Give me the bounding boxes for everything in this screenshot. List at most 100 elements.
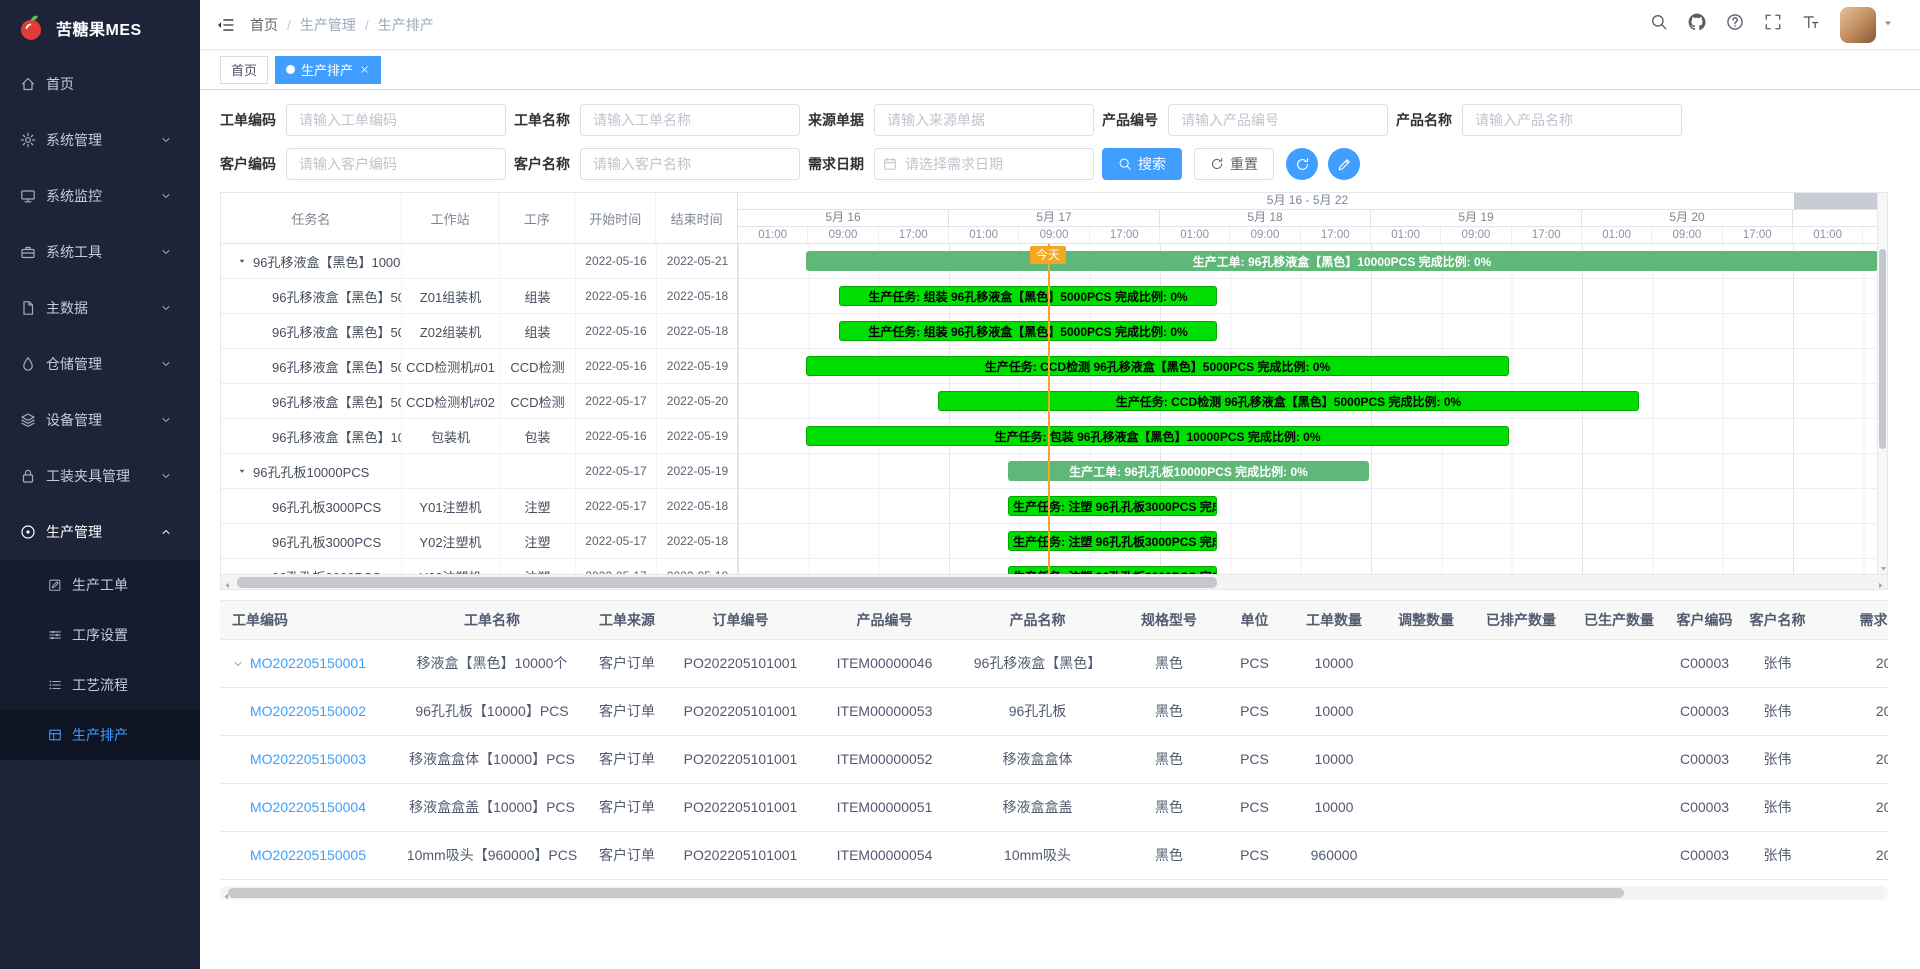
gantt-bar[interactable]: 生产任务: 注塑 96孔孔板3000PCS 完成比例: 0% (1008, 531, 1217, 551)
gantt-row[interactable]: 96孔孔板3000PCSY03注塑机注塑2022-05-172022-05-18 (221, 559, 737, 574)
breadcrumb-item[interactable]: 首页 (250, 15, 278, 35)
user-avatar[interactable] (1840, 7, 1876, 43)
gantt-timeline-row: 生产任务: 包装 96孔移液盒【黑色】10000PCS 完成比例: 0% (738, 419, 1877, 454)
gantt-bar[interactable]: 生产工单: 96孔移液盒【黑色】10000PCS 完成比例: 0% (806, 251, 1877, 271)
sidebar-item-5[interactable]: 仓储管理 (0, 336, 200, 392)
sidebar-item-0[interactable]: 首页 (0, 56, 200, 112)
toolbox-icon (20, 244, 36, 260)
gantt-row[interactable]: 96孔移液盒【黑色】10000PCS包装机包装2022-05-162022-05… (221, 419, 737, 454)
table-row[interactable]: MO202205150003移液盒盒体【10000】PCS客户订单PO20220… (220, 735, 1888, 783)
gantt-row[interactable]: 96孔移液盒【黑色】10000PCS2022-05-162022-05-21 (221, 244, 737, 279)
table-cell: 张伟 (1741, 831, 1814, 879)
reset-button[interactable]: 重置 (1194, 148, 1274, 180)
expand-row-icon[interactable] (232, 658, 244, 670)
scrollbar-thumb[interactable] (1879, 249, 1886, 449)
gantt-bar[interactable]: 生产任务: CCD检测 96孔移液盒【黑色】5000PCS 完成比例: 0% (938, 391, 1639, 411)
process-settings-icon (48, 628, 62, 642)
gantt-row[interactable]: 96孔移液盒【黑色】5000PCSCCD检测机#02CCD检测2022-05-1… (221, 384, 737, 419)
table-column-header: 调整数量 (1380, 601, 1472, 639)
expand-arrow-icon[interactable] (237, 466, 247, 476)
gantt-bar[interactable]: 生产任务: 注塑 96孔孔板3000PCS 完成比例: 0% (1008, 566, 1217, 574)
sidebar-item-6[interactable]: 设备管理 (0, 392, 200, 448)
app-logo[interactable]: 苦糖果MES (0, 0, 200, 56)
gantt-bar[interactable]: 生产任务: 组装 96孔移液盒【黑色】5000PCS 完成比例: 0% (839, 321, 1217, 341)
filter-label: 工单名称 (514, 110, 572, 130)
sidebar-subitem-3[interactable]: 生产排产 (0, 710, 200, 760)
work-order-code-cell: MO202205150003 (220, 735, 400, 783)
filter-input[interactable] (1168, 104, 1388, 136)
table-row[interactable]: MO20220515000510mm吸头【960000】PCS客户订单PO202… (220, 831, 1888, 879)
edit-button[interactable] (1328, 148, 1360, 180)
sidebar-item-2[interactable]: 系统监控 (0, 168, 200, 224)
table-cell: 黑色 (1117, 783, 1221, 831)
table-cell: 202 (1814, 783, 1888, 831)
gantt-bar[interactable]: 生产任务: CCD检测 96孔移液盒【黑色】5000PCS 完成比例: 0% (806, 356, 1509, 376)
filter-input[interactable] (874, 104, 1094, 136)
work-order-link[interactable]: MO202205150002 (250, 703, 366, 719)
caret-down-icon[interactable] (1882, 16, 1894, 34)
filter-input[interactable] (1462, 104, 1682, 136)
github-icon[interactable] (1678, 5, 1716, 44)
table-row[interactable]: MO202205150004移液盒盒盖【10000】PCS客户订单PO20220… (220, 783, 1888, 831)
gantt-hour-header: 09:00 (1441, 227, 1511, 244)
tag-item-1[interactable]: 生产排产 (275, 56, 381, 84)
expand-arrow-icon[interactable] (237, 256, 247, 266)
work-order-link[interactable]: MO202205150003 (250, 751, 366, 767)
filter-input[interactable] (580, 104, 800, 136)
date-input[interactable] (874, 148, 1094, 180)
table-cell: ITEM00000053 (811, 687, 958, 735)
table-cell: 客户订单 (584, 831, 670, 879)
gantt-column-header: 开始时间 (575, 193, 656, 243)
question-icon[interactable] (1716, 5, 1754, 44)
sidebar-item-3[interactable]: 系统工具 (0, 224, 200, 280)
work-order-link[interactable]: MO202205150005 (250, 847, 366, 863)
sidebar-subitem-2[interactable]: 工艺流程 (0, 660, 200, 710)
close-icon[interactable] (359, 64, 370, 75)
sidebar-item-8[interactable]: 生产管理 (0, 504, 200, 560)
gantt-row[interactable]: 96孔移液盒【黑色】5000PCSZ02组装机组装2022-05-162022-… (221, 314, 737, 349)
sidebar-subitem-0[interactable]: 生产工单 (0, 560, 200, 610)
gantt-bar[interactable]: 生产任务: 注塑 96孔孔板3000PCS 完成比例: 0% (1008, 496, 1217, 516)
gantt-bar[interactable]: 生产工单: 96孔孔板10000PCS 完成比例: 0% (1008, 461, 1369, 481)
filter-input[interactable] (286, 148, 506, 180)
gantt-row[interactable]: 96孔移液盒【黑色】5000PCSZ01组装机组装2022-05-162022-… (221, 279, 737, 314)
table-row[interactable]: MO20220515000296孔孔板【10000】PCS客户订单PO20220… (220, 687, 1888, 735)
scroll-left-arrow-icon[interactable] (223, 577, 232, 595)
gantt-bar[interactable]: 生产任务: 包装 96孔移液盒【黑色】10000PCS 完成比例: 0% (806, 426, 1509, 446)
work-order-code-cell: MO202205150005 (220, 831, 400, 879)
gantt-column-header: 工作站 (402, 193, 500, 243)
table-row[interactable]: MO202205150001移液盒【黑色】10000个客户订单PO2022051… (220, 639, 1888, 687)
search-icon[interactable] (1640, 5, 1678, 44)
sidebar-item-4[interactable]: 主数据 (0, 280, 200, 336)
sidebar-subitem-1[interactable]: 工序设置 (0, 610, 200, 660)
work-order-link[interactable]: MO202205150001 (250, 655, 366, 671)
scroll-down-arrow-icon[interactable] (1878, 564, 1888, 573)
filter-label: 来源单据 (808, 110, 866, 130)
sidebar-item-1[interactable]: 系统管理 (0, 112, 200, 168)
gantt-row[interactable]: 96孔移液盒【黑色】5000PCSCCD检测机#01CCD检测2022-05-1… (221, 349, 737, 384)
filter-field: 产品编号 (1102, 104, 1388, 136)
gantt-row[interactable]: 96孔孔板3000PCSY01注塑机注塑2022-05-172022-05-18 (221, 489, 737, 524)
search-button[interactable]: 搜索 (1102, 148, 1182, 180)
font-size-icon[interactable] (1792, 5, 1830, 44)
fullscreen-icon[interactable] (1754, 5, 1792, 44)
app-logo-icon (16, 13, 46, 43)
fold-menu-icon[interactable] (216, 16, 234, 34)
filter-input[interactable] (580, 148, 800, 180)
gantt-row[interactable]: 96孔孔板3000PCSY02注塑机注塑2022-05-172022-05-18 (221, 524, 737, 559)
sidebar-item-7[interactable]: 工装夹具管理 (0, 448, 200, 504)
gantt-bar[interactable]: 生产任务: 组装 96孔移液盒【黑色】5000PCS 完成比例: 0% (839, 286, 1217, 306)
gantt-hour-header: 17:00 (1090, 227, 1160, 244)
gantt-hour-header: 09:00 (1019, 227, 1089, 244)
scrollbar-thumb[interactable] (237, 577, 1217, 588)
sidebar-subitem-label: 工艺流程 (72, 675, 182, 695)
refresh-button[interactable] (1286, 148, 1318, 180)
work-order-link[interactable]: MO202205150004 (250, 799, 366, 815)
filter-input[interactable] (286, 104, 506, 136)
scroll-right-arrow-icon[interactable] (1876, 577, 1885, 595)
tag-item-0[interactable]: 首页 (220, 56, 268, 84)
table-cell: 202 (1814, 831, 1888, 879)
gantt-row[interactable]: 96孔孔板10000PCS2022-05-172022-05-19 (221, 454, 737, 489)
filter-field: 产品名称 (1396, 104, 1682, 136)
scrollbar-thumb[interactable] (228, 888, 1624, 898)
